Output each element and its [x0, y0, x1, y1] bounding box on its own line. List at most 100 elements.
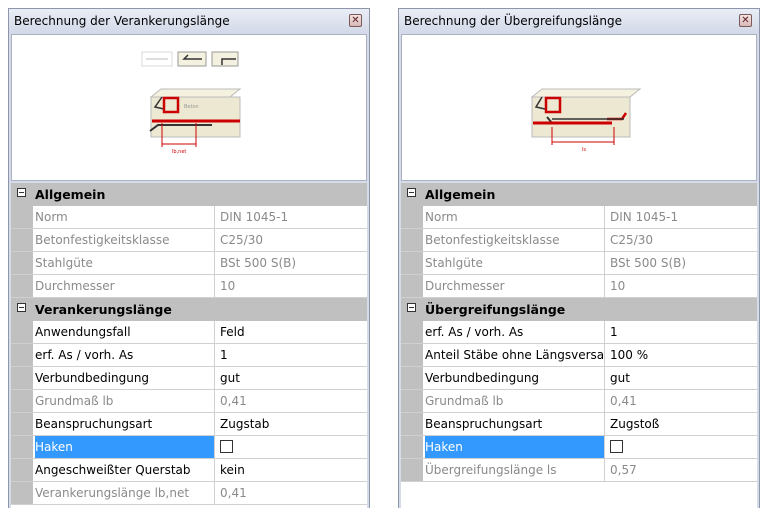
property-name: Beanspruchungsart: [35, 413, 215, 435]
property-value[interactable]: 1: [606, 321, 757, 343]
property-value[interactable]: 1: [216, 344, 367, 366]
haken-checkbox[interactable]: [610, 440, 623, 453]
property-name: Durchmesser: [35, 275, 215, 297]
property-row-übergreifungslänge-ls: Übergreifungslänge ls 0,57: [401, 459, 757, 482]
anchorage-length-panel: Berechnung der Verankerungslänge ✕ Beton…: [8, 8, 370, 509]
row-gutter: [401, 459, 423, 481]
hook-type-bent-icon[interactable]: [177, 51, 207, 67]
row-gutter: [401, 436, 423, 458]
category-row[interactable]: Allgemein: [401, 183, 757, 206]
property-row-stahlgüte: Stahlgüte BSt 500 S(B): [11, 252, 367, 275]
property-value[interactable]: gut: [216, 367, 367, 389]
property-value: [606, 436, 757, 458]
property-name: Anteil Stäbe ohne Längsversatz: [425, 344, 605, 366]
property-name: erf. As / vorh. As: [35, 344, 215, 366]
property-row-haken[interactable]: Haken: [11, 436, 367, 459]
property-row-anteil-stäbe-ohne-längsversatz[interactable]: Anteil Stäbe ohne Längsversatz 100 %: [401, 344, 757, 367]
collapse-icon[interactable]: [17, 188, 26, 197]
property-value: C25/30: [610, 233, 653, 247]
row-gutter: [401, 367, 423, 389]
property-value[interactable]: 100 %: [606, 344, 757, 366]
property-name: Verankerungslänge lb,net: [35, 482, 215, 504]
property-name: Verbundbedingung: [425, 367, 605, 389]
row-gutter: [401, 229, 423, 251]
row-gutter: [11, 344, 33, 366]
property-row-beanspruchungsart[interactable]: Beanspruchungsart Zugstab: [11, 413, 367, 436]
property-row-verbundbedingung[interactable]: Verbundbedingung gut: [401, 367, 757, 390]
property-row-betonfestigkeitsklasse: Betonfestigkeitsklasse C25/30: [401, 229, 757, 252]
property-value: 0,41: [610, 394, 637, 408]
property-value: BSt 500 S(B): [610, 256, 687, 270]
property-name: Verbundbedingung: [35, 367, 215, 389]
row-gutter: [11, 367, 33, 389]
lap-splice-drawing: [530, 88, 642, 145]
property-row-anwendungsfall[interactable]: Anwendungsfall Feld: [11, 321, 367, 344]
property-value: DIN 1045-1: [610, 210, 679, 224]
property-row-angeschweißter-querstab[interactable]: Angeschweißter Querstab kein: [11, 459, 367, 482]
category-row[interactable]: Allgemein: [11, 183, 367, 206]
property-name: Grundmaß lb: [35, 390, 215, 412]
category-row[interactable]: Übergreifungslänge: [401, 298, 757, 321]
row-gutter: [11, 252, 33, 274]
panel-title: Berechnung der Übergreifungslänge: [404, 14, 622, 28]
property-row-durchmesser: Durchmesser 10: [11, 275, 367, 298]
property-name: Durchmesser: [425, 275, 605, 297]
collapse-icon[interactable]: [407, 303, 416, 312]
property-name: Betonfestigkeitsklasse: [35, 229, 215, 251]
property-row-norm: Norm DIN 1045-1: [11, 206, 367, 229]
property-value: 10: [220, 279, 236, 293]
property-name: Angeschweißter Querstab: [35, 459, 215, 481]
property-name: Übergreifungslänge ls: [425, 459, 605, 481]
row-gutter: [11, 206, 33, 228]
row-gutter: [11, 436, 33, 458]
property-value[interactable]: kein: [216, 459, 367, 481]
property-name: Haken: [425, 436, 605, 458]
row-gutter: [11, 413, 33, 435]
category-label: Allgemein: [35, 187, 106, 202]
property-name: Anwendungsfall: [35, 321, 215, 343]
panel-titlebar: Berechnung der Verankerungslänge ✕: [9, 9, 369, 33]
close-icon[interactable]: ✕: [739, 14, 752, 27]
row-gutter: [401, 413, 423, 435]
lap-length-label: ls: [582, 147, 586, 153]
collapse-icon[interactable]: [17, 303, 26, 312]
row-gutter: [401, 344, 423, 366]
property-row-erf-as-vorh-as[interactable]: erf. As / vorh. As 1: [11, 344, 367, 367]
haken-checkbox[interactable]: [220, 440, 233, 453]
property-grid[interactable]: Allgemein Norm DIN 1045-1 Betonfestigkeitsk…: [11, 183, 367, 509]
category-row[interactable]: Verankerungslänge: [11, 298, 367, 321]
property-row-norm: Norm DIN 1045-1: [401, 206, 757, 229]
property-row-erf-as-vorh-as[interactable]: erf. As / vorh. As 1: [401, 321, 757, 344]
property-row-haken[interactable]: Haken: [401, 436, 757, 459]
property-row-betonfestigkeitsklasse: Betonfestigkeitsklasse C25/30: [11, 229, 367, 252]
property-name: Stahlgüte: [35, 252, 215, 274]
property-name: Haken: [35, 436, 215, 458]
property-value: 0,41: [220, 486, 247, 500]
close-icon[interactable]: ✕: [349, 14, 362, 27]
property-value[interactable]: Zugstab: [216, 413, 367, 435]
property-name: erf. As / vorh. As: [425, 321, 605, 343]
hook-type-straight-icon[interactable]: [141, 51, 173, 67]
property-name: Stahlgüte: [425, 252, 605, 274]
row-gutter: [401, 252, 423, 274]
property-row-grundmaß-lb: Grundmaß lb 0,41: [11, 390, 367, 413]
lap-length-panel: Berechnung der Übergreifungslänge ✕ ls A…: [398, 8, 760, 509]
row-gutter: [401, 275, 423, 297]
property-value[interactable]: Zugstoß: [606, 413, 757, 435]
property-value: 0,41: [220, 394, 247, 408]
property-name: Betonfestigkeitsklasse: [425, 229, 605, 251]
row-gutter: [401, 206, 423, 228]
property-grid[interactable]: Allgemein Norm DIN 1045-1 Betonfestigkeitsk…: [401, 183, 757, 509]
concrete-block-drawing: Beton: [149, 88, 242, 147]
panel-titlebar: Berechnung der Übergreifungslänge ✕: [399, 9, 759, 33]
property-value: [216, 436, 367, 458]
property-row-durchmesser: Durchmesser 10: [401, 275, 757, 298]
row-gutter: [11, 482, 33, 504]
property-row-beanspruchungsart[interactable]: Beanspruchungsart Zugstoß: [401, 413, 757, 436]
row-gutter: [401, 390, 423, 412]
property-value[interactable]: Feld: [216, 321, 367, 343]
property-row-verbundbedingung[interactable]: Verbundbedingung gut: [11, 367, 367, 390]
collapse-icon[interactable]: [407, 188, 416, 197]
hook-type-loop-icon[interactable]: [211, 51, 239, 67]
property-value[interactable]: gut: [606, 367, 757, 389]
